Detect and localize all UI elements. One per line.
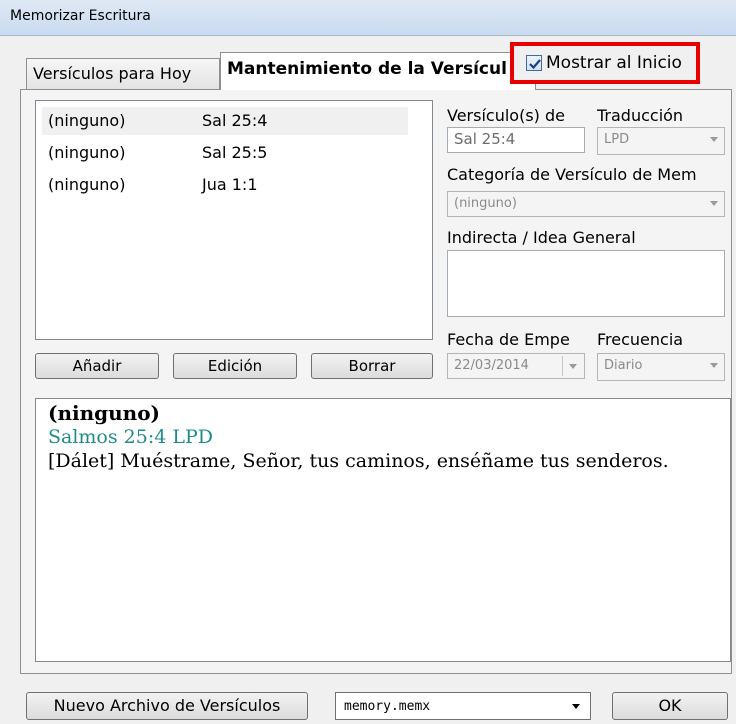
category-select[interactable]: (ninguno) (447, 191, 725, 217)
start-date-value: 22/03/2014 (454, 358, 529, 373)
category-label: Categoría de Versículo de Mem (447, 165, 697, 184)
chevron-down-icon (572, 704, 580, 709)
checkbox-checked-icon[interactable] (526, 55, 542, 71)
category-value: (ninguno) (454, 196, 517, 211)
verse-category: (ninguno) (48, 111, 126, 130)
viewer-category: (ninguno) (48, 401, 161, 425)
verse-label: Versículo(s) de (447, 106, 565, 125)
frequency-label: Frecuencia (597, 330, 684, 349)
chevron-down-icon (710, 137, 718, 142)
file-select-value: memory.memx (344, 699, 431, 714)
translation-value: LPD (604, 132, 630, 147)
delete-button[interactable]: Borrar (311, 353, 433, 379)
new-verse-file-button[interactable]: Nuevo Archivo de Versículos (26, 692, 308, 720)
verse-list-item[interactable]: (ninguno) Jua 1:1 (42, 171, 408, 199)
verse-list[interactable]: (ninguno) Sal 25:4 (ninguno) Sal 25:5 (n… (35, 100, 433, 340)
tab-versiculos-para-hoy[interactable]: Versículos para Hoy (26, 58, 220, 90)
start-date-label: Fecha de Empe (447, 330, 570, 349)
verse-reference: Sal 25:5 (202, 143, 268, 162)
translation-label: Traducción (597, 106, 684, 125)
verse-reference-field[interactable]: Sal 25:4 (447, 127, 585, 153)
add-button[interactable]: Añadir (35, 353, 159, 379)
chevron-down-icon (710, 201, 718, 206)
show-on-start-label: Mostrar al Inicio (546, 53, 682, 73)
verse-category: (ninguno) (48, 143, 126, 162)
file-select[interactable]: memory.memx (335, 692, 591, 720)
viewer-reference: Salmos 25:4 LPD (48, 426, 214, 448)
chevron-down-icon (710, 363, 718, 368)
verse-list-item[interactable]: (ninguno) Sal 25:4 (42, 107, 408, 135)
edit-button[interactable]: Edición (173, 353, 297, 379)
tab-mantenimiento[interactable]: Mantenimiento de la Versícul (220, 52, 536, 90)
ok-button[interactable]: OK (612, 692, 728, 720)
viewer-text: [Dálet] Muéstrame, Señor, tus caminos, e… (48, 450, 669, 472)
verse-reference: Sal 25:4 (202, 111, 268, 130)
hint-label: Indirecta / Idea General (447, 228, 636, 247)
window-title-bar: Memorizar Escritura (0, 0, 736, 36)
start-date-picker[interactable]: 22/03/2014 (447, 353, 585, 379)
window-title: Memorizar Escritura (10, 8, 151, 24)
translation-select[interactable]: LPD (597, 127, 725, 155)
hint-textarea[interactable] (447, 250, 725, 317)
frequency-value: Diario (604, 358, 643, 373)
verse-category: (ninguno) (48, 175, 126, 194)
verse-list-item[interactable]: (ninguno) Sal 25:5 (42, 139, 408, 167)
verse-reference: Jua 1:1 (202, 175, 258, 194)
verse-viewer: (ninguno) Salmos 25:4 LPD [Dálet] Muéstr… (35, 398, 731, 662)
calendar-dropdown-button[interactable] (562, 356, 582, 376)
frequency-select[interactable]: Diario (597, 353, 725, 381)
chevron-down-icon (569, 364, 577, 369)
show-on-start-checkbox[interactable]: Mostrar al Inicio (510, 42, 700, 84)
